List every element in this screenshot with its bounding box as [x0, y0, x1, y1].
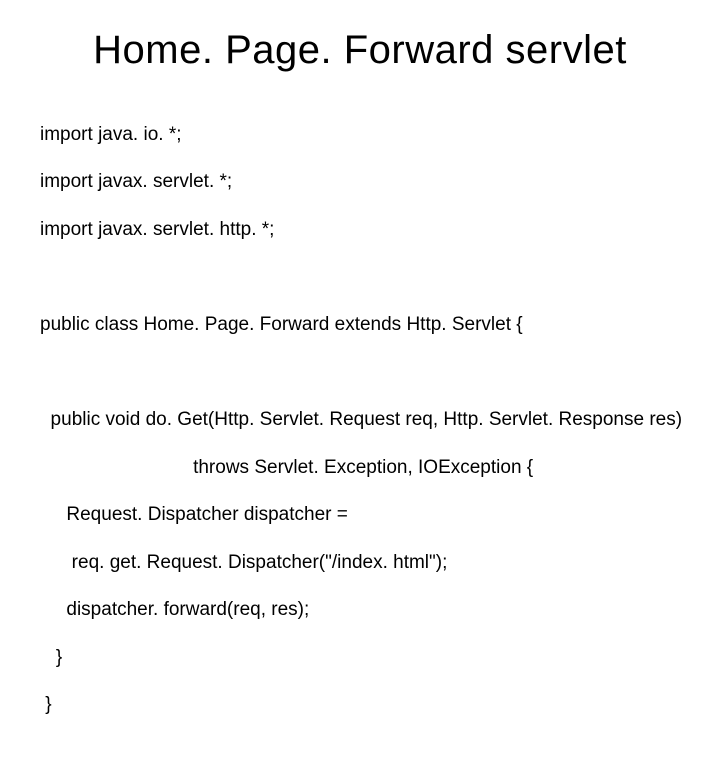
blank-line: [40, 265, 680, 289]
code-line: import java. io. *;: [40, 123, 680, 147]
blank-line: [40, 361, 680, 385]
code-line: req. get. Request. Dispatcher("/index. h…: [40, 551, 680, 575]
code-line: import javax. servlet. http. *;: [40, 218, 680, 242]
code-line: dispatcher. forward(req, res);: [40, 598, 680, 622]
code-line: }: [40, 693, 680, 717]
code-line: Request. Dispatcher dispatcher =: [40, 503, 680, 527]
slide-title: Home. Page. Forward servlet: [40, 28, 680, 73]
code-line: }: [40, 646, 680, 670]
code-line: throws Servlet. Exception, IOException {: [40, 456, 680, 480]
code-line: public void do. Get(Http. Servlet. Reque…: [40, 408, 680, 432]
code-line: public class Home. Page. Forward extends…: [40, 313, 680, 337]
slide: Home. Page. Forward servlet import java.…: [0, 0, 720, 540]
code-block: import java. io. *; import javax. servle…: [40, 99, 680, 765]
code-line: import javax. servlet. *;: [40, 170, 680, 194]
